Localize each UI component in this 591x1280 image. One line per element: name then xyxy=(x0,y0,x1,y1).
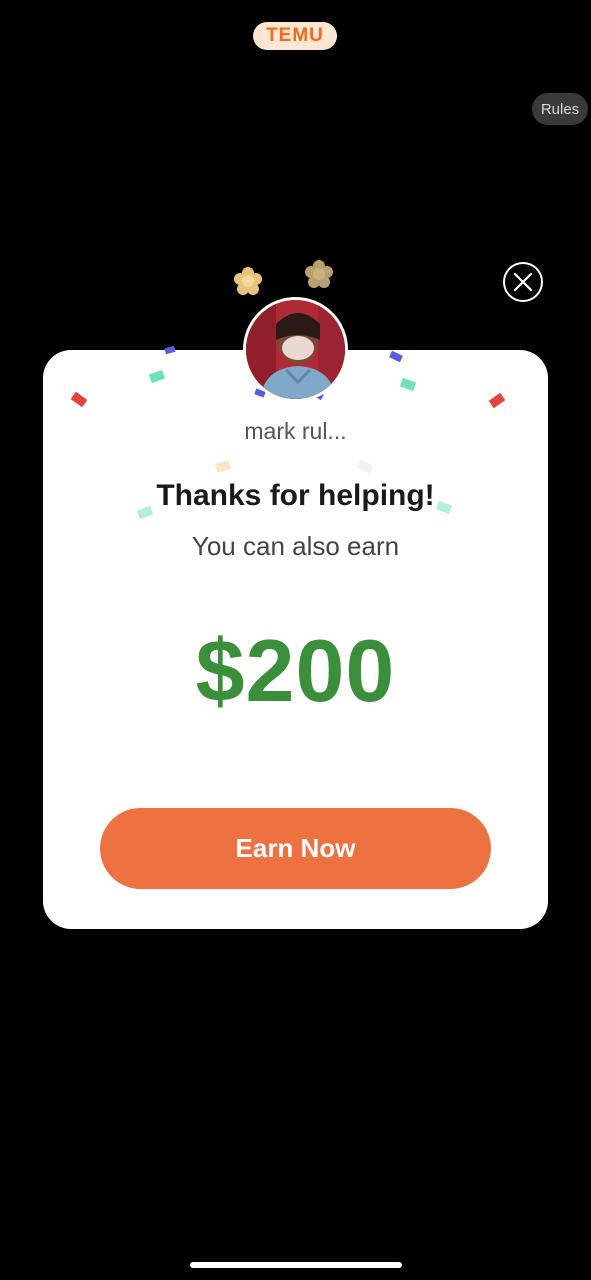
avatar-photo xyxy=(246,300,345,399)
home-indicator xyxy=(190,1262,402,1268)
earn-now-button[interactable]: Earn Now xyxy=(100,808,491,889)
brand-label: TEMU xyxy=(266,25,324,46)
temu-logo: TEMU xyxy=(253,22,337,50)
rules-button[interactable]: Rules xyxy=(532,93,588,125)
username: mark rul... xyxy=(244,418,347,444)
close-button[interactable] xyxy=(503,262,543,302)
close-icon xyxy=(513,272,533,292)
popup-subtitle: You can also earn xyxy=(191,531,400,561)
popup-title: Thanks for helping! xyxy=(156,479,435,512)
avatar xyxy=(243,297,348,402)
flower-icon xyxy=(305,260,333,288)
rules-label: Rules xyxy=(540,100,580,118)
earn-now-label: Earn Now xyxy=(235,833,356,863)
reward-amount: $200 xyxy=(195,621,396,720)
flower-icon xyxy=(234,267,262,295)
